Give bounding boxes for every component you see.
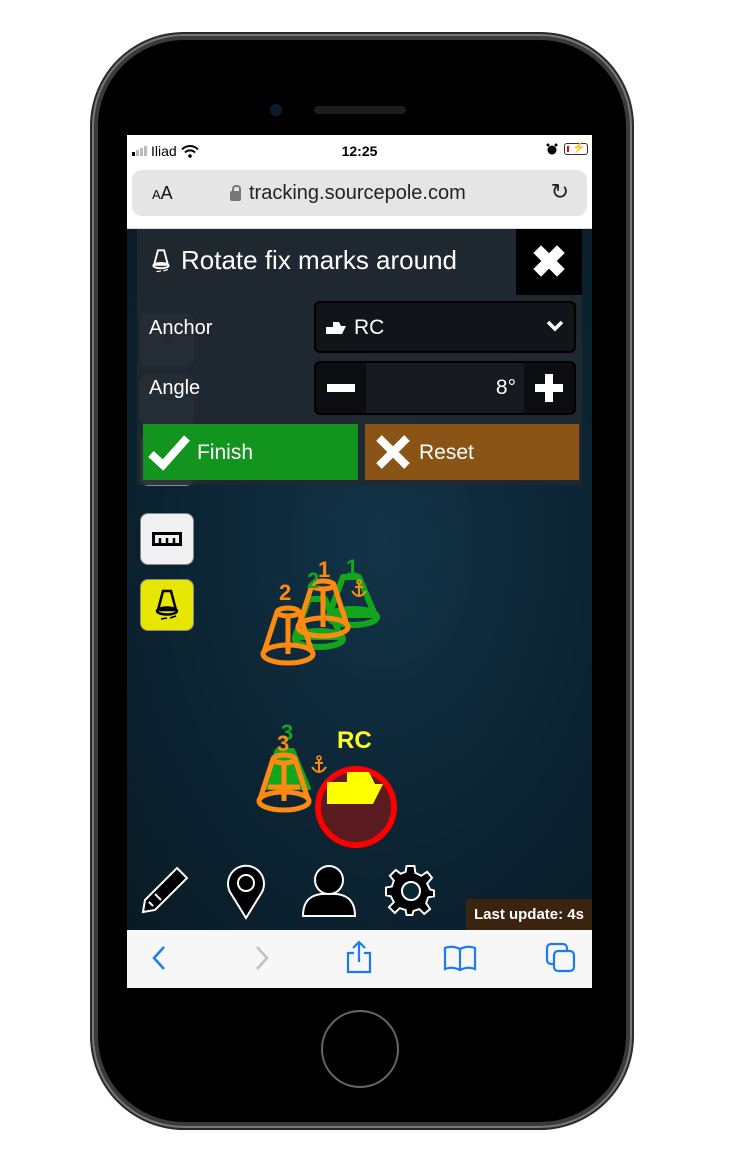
rotate-marks-panel: Rotate fix marks around ✖ Anchor RC Angl… [137,229,582,485]
ruler-icon [152,532,182,546]
clock: 12:25 [341,143,378,159]
plus-icon [535,374,563,402]
anchor-select[interactable]: RC [314,301,576,353]
earpiece [314,106,406,114]
anchor-label: Anchor [149,317,213,339]
front-camera [270,104,282,116]
home-button[interactable] [321,1010,399,1088]
angle-value: 8° [495,376,516,399]
lock-icon [230,185,241,201]
screen: Iliad 12:25 ⚡ AA tracking.sourcepole.com… [127,135,592,988]
close-panel-button[interactable]: ✖ [516,229,582,295]
boat-icon [326,322,346,334]
forward-icon [256,946,269,970]
mark-label: 1 [318,557,331,582]
x-icon [376,435,410,469]
battery-icon: ⚡ [564,142,588,155]
user-icon[interactable] [301,864,357,918]
location-pin-icon[interactable] [225,864,267,920]
check-icon [148,435,190,471]
browser-toolbar [127,930,592,988]
edit-pencil-icon[interactable] [139,864,189,916]
finish-label: Finish [197,441,254,464]
buoy-rotate-icon [155,589,179,620]
mark-label: 2 [279,580,292,605]
mark-2-rotated[interactable] [260,604,322,680]
boat-label: RC [337,727,372,754]
finish-button[interactable]: Finish [143,424,358,480]
decrease-angle-button[interactable] [316,363,366,413]
reset-button[interactable]: Reset [365,424,579,480]
angle-stepper: 8° [314,361,576,415]
anchor-icon [351,579,367,597]
share-icon[interactable] [345,940,373,974]
text-size-button[interactable]: AA [152,183,173,204]
close-icon: ✖ [530,237,568,287]
chevron-down-icon [546,316,564,337]
angle-input[interactable]: 8° [366,363,524,413]
committee-boat-marker[interactable] [313,764,399,850]
rotate-marks-button[interactable] [140,579,194,631]
last-update-status: Last update: 4s [465,899,592,930]
angle-label: Angle [149,377,201,399]
mark-label: 3 [277,731,290,756]
minus-icon [327,384,355,392]
address-bar[interactable]: AA tracking.sourcepole.com ↻ [132,170,587,216]
map-view[interactable]: + − Rotate fix marks around ✖ Anchor RC [127,229,592,930]
status-bar: Iliad 12:25 ⚡ [127,135,592,165]
anchor-value: RC [354,316,385,339]
panel-title: Rotate fix marks around [181,245,458,275]
buoy-rotate-icon [152,248,170,272]
alarm-icon [546,143,558,155]
measure-button[interactable] [140,513,194,565]
mark-label: 1 [346,555,359,580]
settings-gear-icon[interactable] [385,864,437,916]
increase-angle-button[interactable] [524,363,574,413]
reset-label: Reset [419,441,474,464]
url-text: tracking.sourcepole.com [249,182,466,204]
back-icon[interactable] [149,944,169,972]
bookmarks-icon[interactable] [443,944,477,972]
tabs-icon[interactable] [545,942,577,974]
reload-icon[interactable]: ↻ [551,179,569,205]
